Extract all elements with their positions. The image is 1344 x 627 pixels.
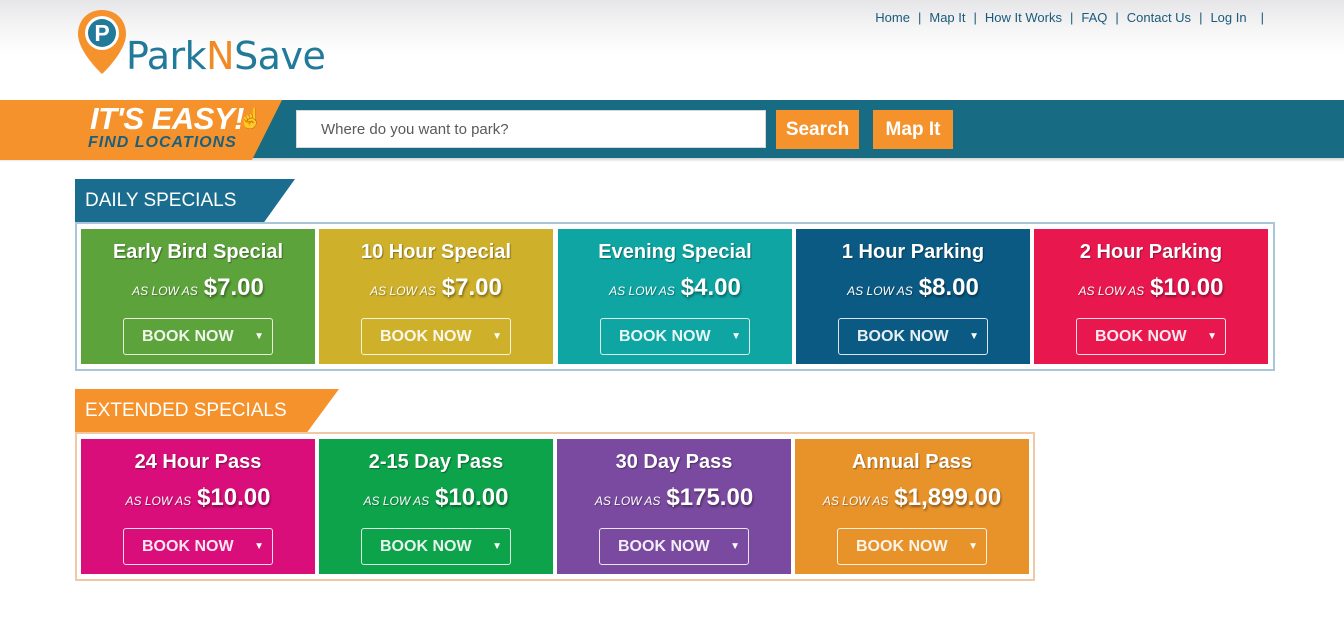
location-pin-icon: P <box>78 10 126 74</box>
card-price: $10.00 <box>1150 274 1224 301</box>
book-now-label: BOOK NOW <box>619 327 711 345</box>
nav-log-in-link[interactable]: Log In <box>1210 10 1246 25</box>
card-price-row: AS LOW AS $4.00 <box>558 274 792 302</box>
book-now-dropdown[interactable]: BOOK NOW ▼ <box>123 318 273 355</box>
card-price: $10.00 <box>435 484 509 511</box>
nav-contact-us-link[interactable]: Contact Us <box>1127 10 1191 25</box>
svg-text:P: P <box>94 20 109 46</box>
card-title: 2-15 Day Pass <box>368 451 504 473</box>
card-price: $4.00 <box>680 274 741 301</box>
caret-down-icon: ▼ <box>730 541 740 552</box>
as-low-as-label: AS LOW AS <box>125 494 192 508</box>
daily-card-evening: Evening Special AS LOW AS $4.00 BOOK NOW… <box>558 229 792 364</box>
book-now-label: BOOK NOW <box>1095 327 1187 345</box>
book-now-dropdown[interactable]: BOOK NOW ▼ <box>123 528 273 565</box>
nav-separator: | <box>973 10 977 25</box>
daily-specials-panel: Early Bird Special AS LOW AS $7.00 BOOK … <box>75 222 1275 371</box>
as-low-as-label: AS LOW AS <box>363 494 430 508</box>
caret-down-icon: ▼ <box>492 331 502 342</box>
book-now-dropdown[interactable]: BOOK NOW ▼ <box>361 528 511 565</box>
caret-down-icon: ▼ <box>731 331 741 342</box>
ext-card-24-hour: 24 Hour Pass AS LOW AS $10.00 BOOK NOW ▼ <box>81 439 315 574</box>
pointer-hand-icon: ☝ <box>238 108 263 130</box>
card-price-row: AS LOW AS $10.00 <box>1034 274 1268 302</box>
book-now-label: BOOK NOW <box>618 537 710 555</box>
book-now-label: BOOK NOW <box>142 537 234 555</box>
ext-card-2-15-day: 2-15 Day Pass AS LOW AS $10.00 BOOK NOW … <box>319 439 553 574</box>
caret-down-icon: ▼ <box>969 331 979 342</box>
book-now-dropdown[interactable]: BOOK NOW ▼ <box>361 318 511 355</box>
parknsave-logo[interactable]: P ParkNSave <box>76 8 346 78</box>
book-now-dropdown[interactable]: BOOK NOW ▼ <box>838 318 988 355</box>
card-title: 30 Day Pass <box>615 451 733 473</box>
nav-separator: | <box>1115 10 1119 25</box>
daily-card-early-bird: Early Bird Special AS LOW AS $7.00 BOOK … <box>81 229 315 364</box>
caret-down-icon: ▼ <box>968 541 978 552</box>
card-price: $7.00 <box>203 274 264 301</box>
as-low-as-label: AS LOW AS <box>370 284 436 298</box>
book-now-label: BOOK NOW <box>857 327 949 345</box>
nav-how-it-works-link[interactable]: How It Works <box>985 10 1062 25</box>
as-low-as-label: AS LOW AS <box>132 284 198 298</box>
card-price-row: AS LOW AS $10.00 <box>319 484 553 512</box>
top-navigation: Home | Map It | How It Works | FAQ | Con… <box>875 10 1272 25</box>
card-title: 10 Hour Special <box>360 241 512 263</box>
nav-home-link[interactable]: Home <box>875 10 910 25</box>
card-title: Evening Special <box>598 241 752 263</box>
card-price: $7.00 <box>441 274 502 301</box>
caret-down-icon: ▼ <box>254 331 264 342</box>
daily-specials-heading: DAILY SPECIALS <box>75 179 295 222</box>
its-easy-headline: IT'S EASY! <box>90 101 244 136</box>
book-now-label: BOOK NOW <box>380 537 472 555</box>
as-low-as-label: AS LOW AS <box>822 494 889 508</box>
location-search-input[interactable] <box>296 110 766 148</box>
card-title: 1 Hour Parking <box>841 241 985 263</box>
card-price: $10.00 <box>197 484 271 511</box>
card-price-row: AS LOW AS $175.00 <box>557 484 791 512</box>
card-price-row: AS LOW AS $7.00 <box>319 274 553 302</box>
nav-separator: | <box>1069 10 1074 25</box>
extended-specials-heading: EXTENDED SPECIALS <box>75 389 339 432</box>
card-price: $8.00 <box>918 274 979 301</box>
book-now-dropdown[interactable]: BOOK NOW ▼ <box>837 528 987 565</box>
nav-separator: | <box>917 10 922 25</box>
daily-card-2-hour: 2 Hour Parking AS LOW AS $10.00 BOOK NOW… <box>1034 229 1268 364</box>
as-low-as-label: AS LOW AS <box>594 494 661 508</box>
card-price-row: AS LOW AS $1,899.00 <box>795 484 1029 512</box>
ext-card-30-day: 30 Day Pass AS LOW AS $175.00 BOOK NOW ▼ <box>557 439 791 574</box>
as-low-as-label: AS LOW AS <box>609 284 675 298</box>
ext-card-annual: Annual Pass AS LOW AS $1,899.00 BOOK NOW… <box>795 439 1029 574</box>
book-now-label: BOOK NOW <box>142 327 234 345</box>
nav-map-it-link[interactable]: Map It <box>929 10 965 25</box>
find-locations-subline: FIND LOCATIONS <box>88 134 237 151</box>
card-price: $1,899.00 <box>894 484 1002 511</box>
daily-card-10-hour: 10 Hour Special AS LOW AS $7.00 BOOK NOW… <box>319 229 553 364</box>
extended-specials-panel: 24 Hour Pass AS LOW AS $10.00 BOOK NOW ▼… <box>75 432 1035 581</box>
nav-separator: | <box>1199 10 1203 25</box>
book-now-label: BOOK NOW <box>856 537 948 555</box>
card-price-row: AS LOW AS $7.00 <box>81 274 315 302</box>
card-price: $175.00 <box>666 484 754 511</box>
brand-name: ParkNSave <box>126 34 326 78</box>
caret-down-icon: ▼ <box>492 541 502 552</box>
map-it-button[interactable]: Map It <box>873 110 953 149</box>
card-price-row: AS LOW AS $8.00 <box>796 274 1030 302</box>
card-price-row: AS LOW AS $10.00 <box>81 484 315 512</box>
as-low-as-label: AS LOW AS <box>1078 284 1145 298</box>
nav-separator: | <box>1260 10 1264 25</box>
book-now-dropdown[interactable]: BOOK NOW ▼ <box>599 528 749 565</box>
book-now-dropdown[interactable]: BOOK NOW ▼ <box>600 318 750 355</box>
nav-faq-link[interactable]: FAQ <box>1081 10 1107 25</box>
card-title: 2 Hour Parking <box>1079 241 1223 263</box>
card-title: Annual Pass <box>851 451 973 473</box>
card-title: Early Bird Special <box>112 241 284 263</box>
caret-down-icon: ▼ <box>1207 331 1217 342</box>
search-button[interactable]: Search <box>776 110 859 149</box>
daily-card-1-hour: 1 Hour Parking AS LOW AS $8.00 BOOK NOW … <box>796 229 1030 364</box>
as-low-as-label: AS LOW AS <box>847 284 913 298</box>
card-title: 24 Hour Pass <box>134 451 262 473</box>
book-now-label: BOOK NOW <box>380 327 472 345</box>
book-now-dropdown[interactable]: BOOK NOW ▼ <box>1076 318 1226 355</box>
caret-down-icon: ▼ <box>254 541 264 552</box>
